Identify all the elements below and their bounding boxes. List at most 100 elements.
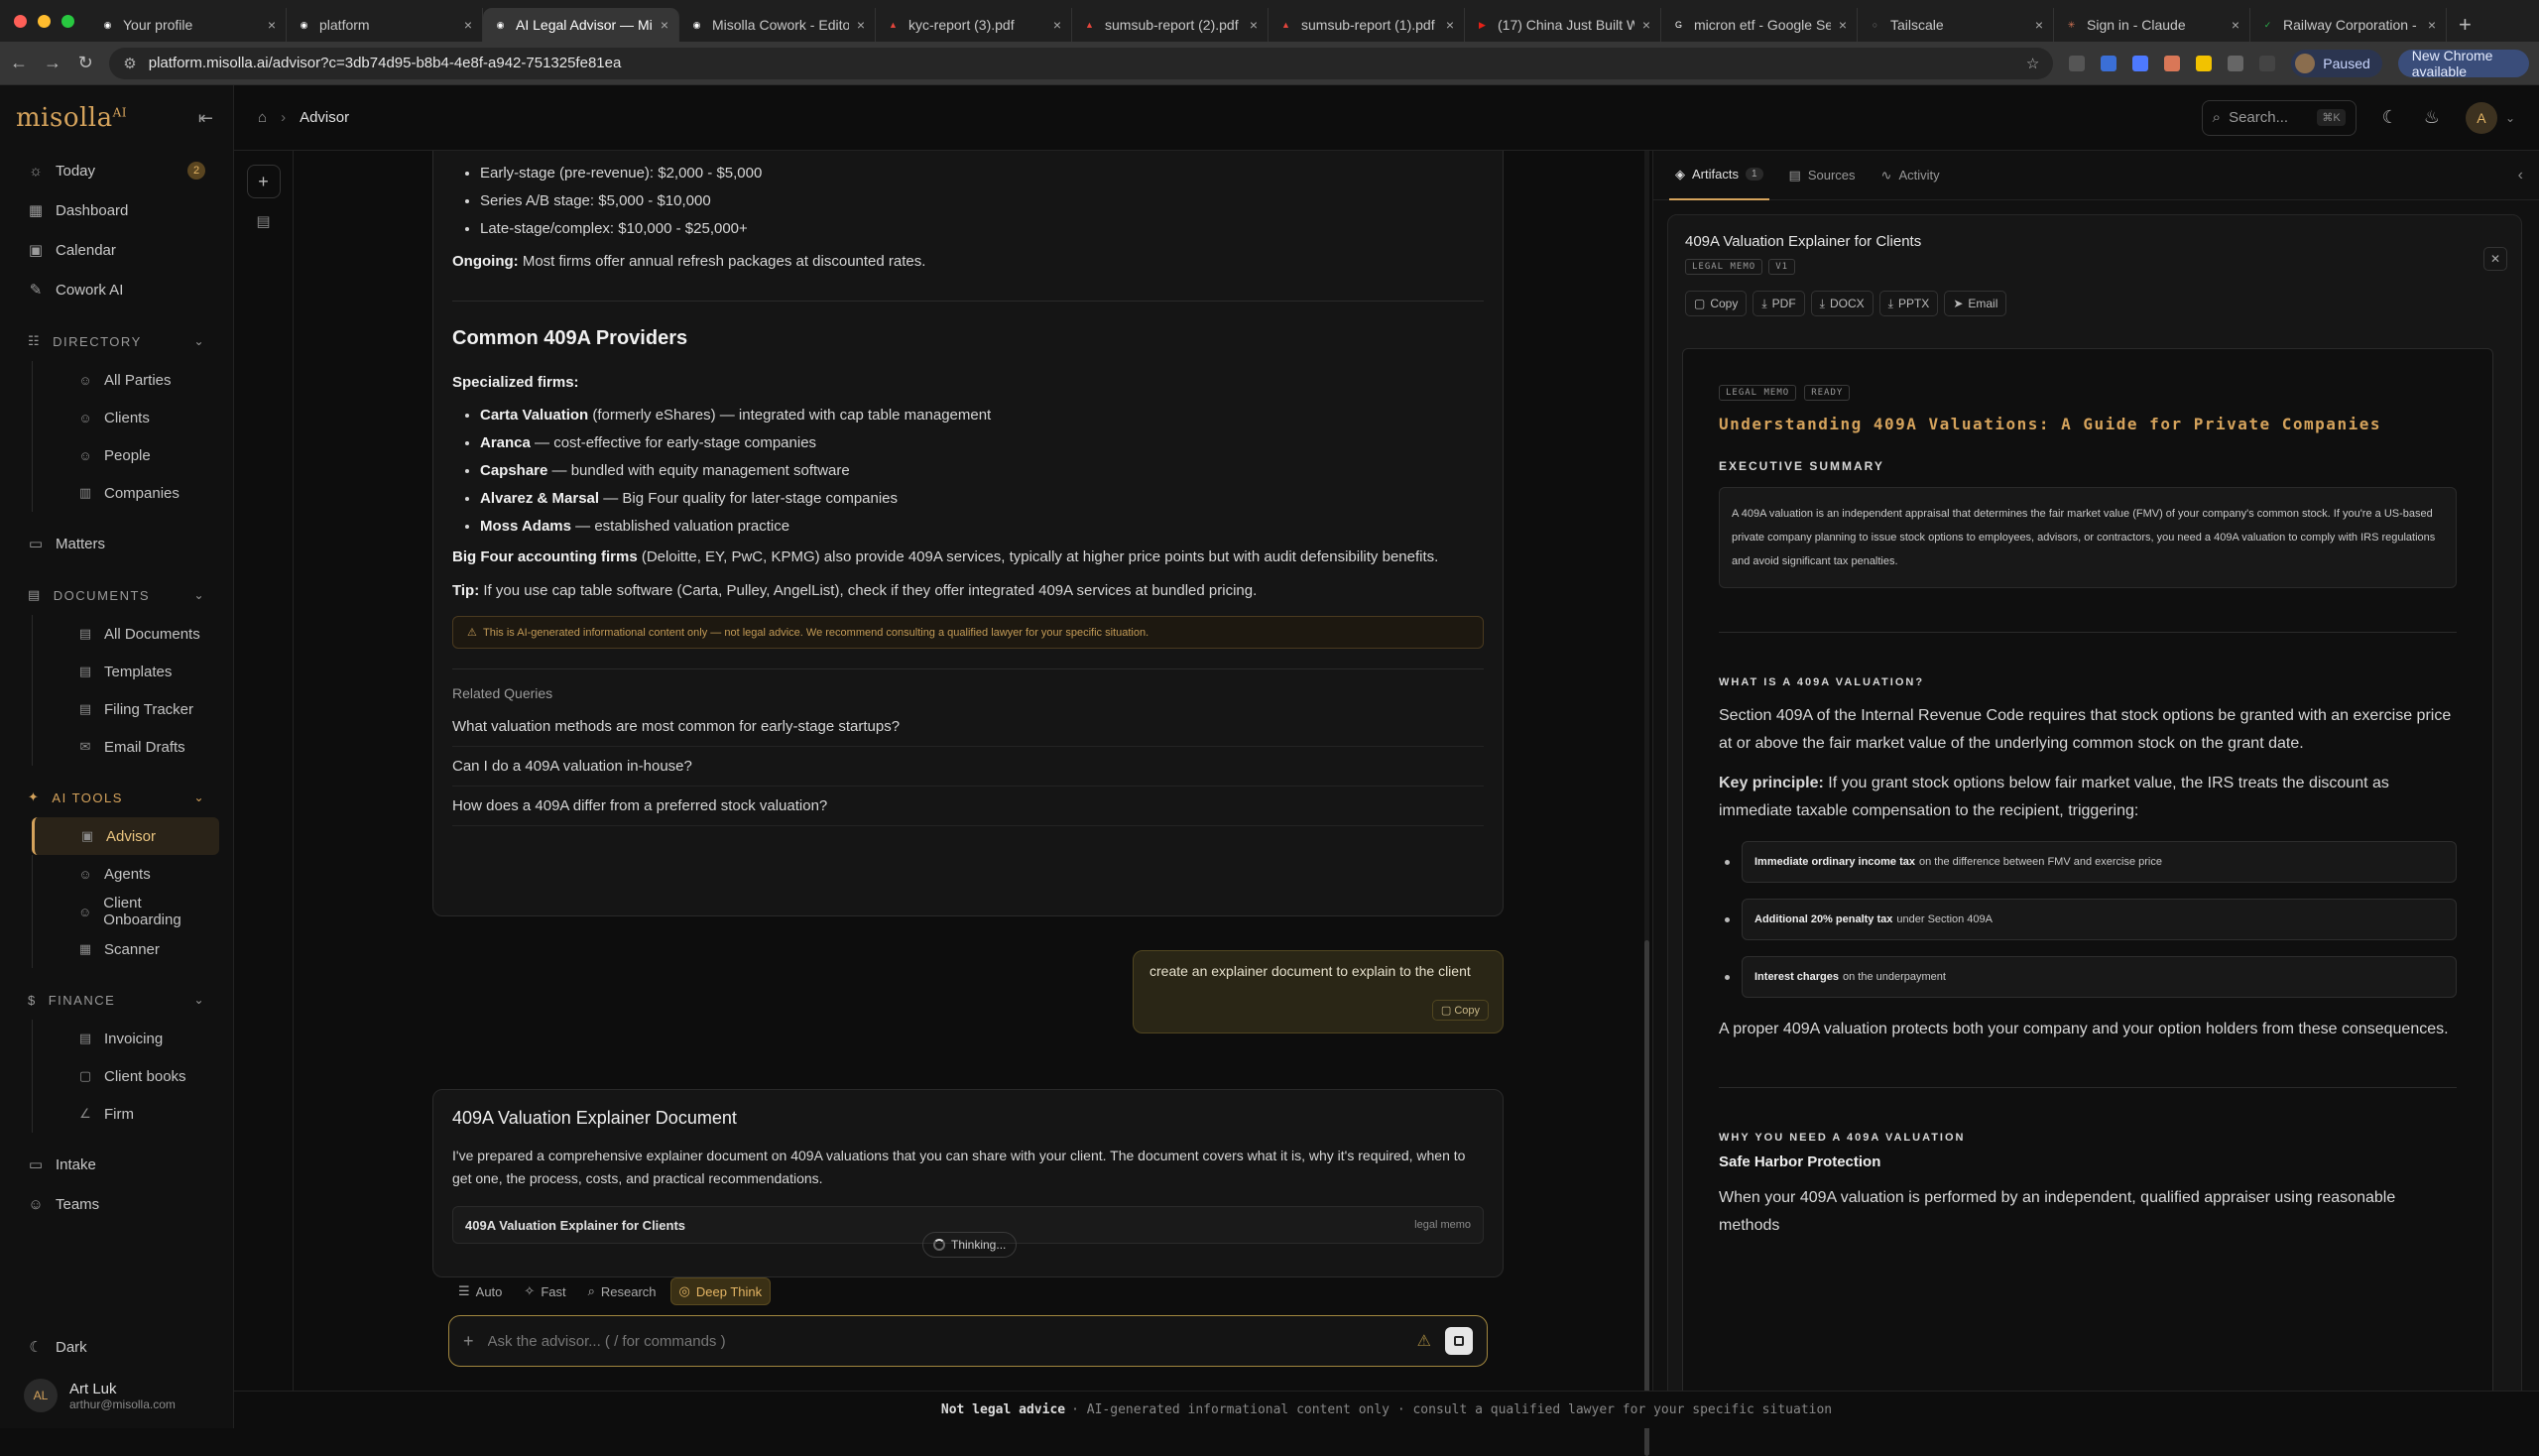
- logo[interactable]: misollaAI: [16, 103, 127, 133]
- extension-icon[interactable]: [2101, 55, 2117, 71]
- close-icon[interactable]: ×: [2035, 17, 2043, 33]
- mode-deep-think[interactable]: ◎ Deep Think: [669, 1277, 772, 1305]
- attach-icon[interactable]: +: [463, 1331, 474, 1352]
- sidebar-item-email-drafts[interactable]: ✉ Email Drafts: [32, 728, 219, 766]
- extension-icon[interactable]: [2196, 55, 2213, 71]
- collapse-panel-icon[interactable]: ‹: [2518, 167, 2523, 184]
- related-query[interactable]: How does a 409A differ from a preferred …: [452, 787, 1484, 826]
- scroll-thumb[interactable]: [1644, 940, 1649, 1456]
- puzzle-icon[interactable]: [2228, 55, 2244, 71]
- user-profile[interactable]: AL Art Luk arthur@misolla.com: [14, 1367, 220, 1428]
- home-icon[interactable]: ⌂: [258, 109, 267, 126]
- account-menu[interactable]: A ⌄: [2465, 101, 2515, 134]
- close-icon[interactable]: ×: [2232, 17, 2239, 33]
- browser-tab[interactable]: ◉ platform ×: [287, 8, 483, 42]
- browser-tab[interactable]: ▶ (17) China Just Built W ×: [1465, 8, 1661, 42]
- pptx-button[interactable]: ⤓ PPTX: [1878, 291, 1939, 316]
- section-finance[interactable]: $ FINANCE ⌄: [14, 980, 219, 1020]
- section-directory[interactable]: ☷ DIRECTORY ⌄: [14, 321, 219, 361]
- docx-button[interactable]: ⤓ DOCX: [1810, 291, 1874, 316]
- browser-tab[interactable]: ◉ Your profile ×: [90, 8, 287, 42]
- moon-icon[interactable]: ☾: [2382, 107, 2398, 128]
- new-chat-button[interactable]: +: [246, 165, 281, 198]
- history-icon[interactable]: ▤: [247, 204, 281, 238]
- maximize-window-button[interactable]: [61, 14, 74, 28]
- close-icon[interactable]: ×: [661, 17, 668, 33]
- sidebar-item-all-documents[interactable]: ▤ All Documents: [32, 615, 219, 653]
- section-documents[interactable]: ▤ DOCUMENTS ⌄: [14, 575, 219, 615]
- browser-tab[interactable]: ▲ sumsub-report (1).pdf ×: [1269, 8, 1465, 42]
- sidebar-item-calendar[interactable]: ▣ Calendar: [14, 230, 219, 270]
- browser-tab[interactable]: ▲ sumsub-report (2).pdf ×: [1072, 8, 1269, 42]
- sidebar-item-clients[interactable]: ☺ Clients: [32, 399, 219, 436]
- sidebar-item-companies[interactable]: ▥ Companies: [32, 474, 219, 512]
- close-icon[interactable]: ×: [1446, 17, 1454, 33]
- section-ai-tools[interactable]: ✦ AI TOOLS ⌄: [14, 778, 219, 817]
- tab-artifacts[interactable]: ◈ Artifacts 1: [1669, 151, 1769, 200]
- close-icon[interactable]: ×: [2428, 17, 2436, 33]
- copy-button[interactable]: ▢ Copy: [1431, 1000, 1489, 1021]
- bookmark-star-icon[interactable]: ☆: [2026, 55, 2039, 72]
- reload-icon[interactable]: ↻: [77, 53, 93, 73]
- chrome-update-button[interactable]: New Chrome available: [2397, 48, 2529, 79]
- extension-icon[interactable]: [2132, 55, 2149, 71]
- mode-fast[interactable]: ✧ Fast: [516, 1277, 573, 1305]
- stop-button[interactable]: [1445, 1327, 1473, 1355]
- sidebar-item-intake[interactable]: ▭ Intake: [14, 1145, 219, 1184]
- related-query[interactable]: What valuation methods are most common f…: [452, 707, 1484, 747]
- minimize-window-button[interactable]: [38, 14, 51, 28]
- close-icon[interactable]: ×: [1839, 17, 1847, 33]
- browser-tab[interactable]: ◉ Misolla Cowork - Edito ×: [679, 8, 876, 42]
- close-icon[interactable]: ×: [1250, 17, 1258, 33]
- sidebar-item-dashboard[interactable]: ▦ Dashboard: [14, 190, 219, 230]
- chat-scrollbar[interactable]: [1644, 151, 1649, 1456]
- sidebar-item-all-parties[interactable]: ☺ All Parties: [32, 361, 219, 399]
- related-query[interactable]: Can I do a 409A valuation in-house?: [452, 747, 1484, 787]
- tab-sources[interactable]: ▤ Sources: [1783, 159, 1862, 192]
- sidebar-item-templates[interactable]: ▤ Templates: [32, 653, 219, 690]
- collapse-sidebar-icon[interactable]: ⇤: [198, 108, 213, 129]
- forward-icon[interactable]: →: [44, 53, 61, 73]
- close-icon[interactable]: ✕: [2483, 247, 2507, 271]
- sidebar-item-agents[interactable]: ☺ Agents: [32, 855, 219, 893]
- close-icon[interactable]: ×: [857, 17, 865, 33]
- site-info-icon[interactable]: ⚙: [123, 55, 136, 72]
- sidebar-item-scanner[interactable]: ▦ Scanner: [32, 930, 219, 968]
- new-tab-button[interactable]: +: [2447, 8, 2483, 42]
- browser-tab[interactable]: Gmicron etf - Google Se ×: [1661, 8, 1858, 42]
- mode-research[interactable]: ⌕ Research: [580, 1277, 665, 1305]
- close-icon[interactable]: ×: [1053, 17, 1061, 33]
- close-window-button[interactable]: [14, 14, 27, 28]
- sidebar-item-people[interactable]: ☺ People: [32, 436, 219, 474]
- warning-icon[interactable]: ⚠: [1417, 1331, 1431, 1351]
- sidebar-item-firm[interactable]: ∠ Firm: [32, 1095, 219, 1133]
- browser-tab[interactable]: ◉ AI Legal Advisor — Mis ×: [483, 8, 679, 42]
- copy-button[interactable]: ▢ Copy: [1685, 291, 1748, 316]
- close-icon[interactable]: ×: [464, 17, 472, 33]
- extension-icon[interactable]: [2069, 55, 2086, 71]
- advisor-input[interactable]: [487, 1332, 1403, 1350]
- back-icon[interactable]: ←: [10, 53, 28, 73]
- tab-activity[interactable]: ∿ Activity: [1875, 159, 1946, 192]
- browser-tab[interactable]: ▲ kyc-report (3).pdf ×: [876, 8, 1072, 42]
- sidebar-item-teams[interactable]: ☺ Teams: [14, 1184, 219, 1224]
- url-bar[interactable]: ⚙ platform.misolla.ai/advisor?c=3db74d95…: [109, 47, 2054, 79]
- sidebar-item-matters[interactable]: ▭ Matters: [14, 524, 219, 563]
- browser-tab[interactable]: ✓ Railway Corporation - ×: [2250, 8, 2447, 42]
- pdf-button[interactable]: ⤓ PDF: [1753, 291, 1805, 316]
- browser-tab[interactable]: ✳ Sign in - Claude ×: [2054, 8, 2250, 42]
- extension-icon[interactable]: [2164, 55, 2181, 71]
- sidebar-item-client-books[interactable]: ▢ Client books: [32, 1057, 219, 1095]
- browser-tab[interactable]: ○ Tailscale ×: [1858, 8, 2054, 42]
- sidebar-item-invoicing[interactable]: ▤ Invoicing: [32, 1020, 219, 1057]
- search-input[interactable]: ⌕ Search... ⌘K: [2201, 99, 2357, 136]
- close-icon[interactable]: ×: [268, 17, 276, 33]
- sidebar-item-today[interactable]: ☼ Today 2: [14, 151, 219, 190]
- sidebar-item-advisor[interactable]: ▣ Advisor: [32, 817, 219, 855]
- sidebar-item-client-onboarding[interactable]: ☺ Client Onboarding: [32, 893, 219, 930]
- sidepanel-icon[interactable]: [2259, 55, 2276, 71]
- sidebar-item-filing-tracker[interactable]: ▤ Filing Tracker: [32, 690, 219, 728]
- sidebar-item-cowork-ai[interactable]: ✎ Cowork AI: [14, 270, 219, 309]
- mode-auto[interactable]: ☰ Auto: [450, 1277, 510, 1305]
- close-icon[interactable]: ×: [1642, 17, 1650, 33]
